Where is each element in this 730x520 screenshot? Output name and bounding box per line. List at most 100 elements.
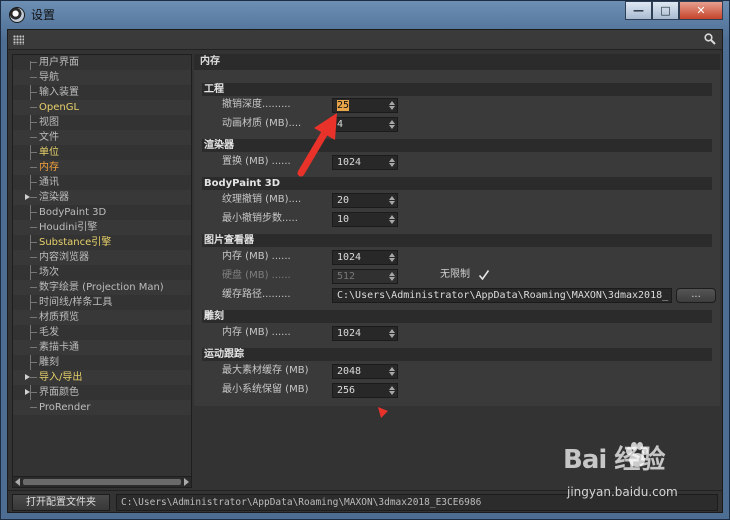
undo-depth-label: 撤销深度......... [222,99,291,110]
spinner-arrows-icon[interactable] [389,158,395,167]
pv-memory-field[interactable]: 1024 [332,250,398,265]
horizontal-scrollbar[interactable] [13,476,191,487]
sidebar-item[interactable]: 单位 [13,145,191,160]
sculpt-memory-field[interactable]: 1024 [332,326,398,341]
sidebar-item-label: Houdini引擎 [39,222,98,233]
expand-arrow-icon[interactable] [25,194,30,200]
sidebar-item[interactable]: 文件 [13,130,191,145]
texture-undo-field[interactable]: 20 [332,193,398,208]
sidebar-item[interactable]: 界面颜色 [13,385,191,400]
grip-icon[interactable] [13,35,24,45]
sidebar-item[interactable]: 时间线/样条工具 [13,295,191,310]
unlimited-checkbox-checkmark-icon[interactable] [478,269,490,281]
undo-depth-field[interactable]: 25 [332,98,398,113]
minimize-button[interactable]: — [625,1,652,20]
cache-path-field[interactable]: C:\Users\Administrator\AppData\Roaming\M… [332,288,672,303]
sidebar-item[interactable]: 数字绘景 (Projection Man) [13,280,191,295]
min-reserve-label: 最小系统保留 (MB) [222,384,309,395]
scrollbar-thumb[interactable] [23,479,181,485]
open-config-folder-button[interactable]: 打开配置文件夹 [12,494,110,511]
expand-arrow-icon[interactable] [25,374,30,380]
sculpt-memory-value: 1024 [337,328,362,339]
section-picture-viewer-header: 图片查看器 [202,234,712,247]
settings-category-tree[interactable]: 用户界面导航输入装置 OpenGL 视图文件单位内存 通讯 渲染器 BodyPaint 3… [12,54,192,488]
sidebar-item[interactable]: OpenGL [13,100,191,115]
tree-item-list: 用户界面导航输入装置 OpenGL 视图文件单位内存 通讯 渲染器 BodyPaint 3… [13,55,191,415]
sidebar-item-label: 素描卡通 [39,342,79,353]
sidebar-item[interactable]: 内容浏览器 [13,250,191,265]
sidebar-item-label: 输入装置 [39,87,79,98]
anim-material-field[interactable]: 4 [332,117,398,132]
min-reserve-field[interactable]: 256 [332,383,398,398]
sidebar-item[interactable]: 导入/导出 [13,370,191,385]
sidebar-item[interactable]: 用户界面 [13,55,191,70]
cinema4d-app-icon [9,6,25,23]
sidebar-item-label: 数字绘景 (Projection Man) [39,282,164,293]
sidebar-item[interactable]: 材质预览 [13,310,191,325]
sidebar-item[interactable]: ProRender [13,400,191,415]
sidebar-item-label: BodyPaint 3D [39,207,107,218]
replace-value: 1024 [337,157,362,168]
spinner-arrows-icon[interactable] [389,101,395,110]
sidebar-item[interactable]: 渲染器 [13,190,191,205]
sidebar-item-label: 导入/导出 [39,372,83,383]
cache-path-value: C:\Users\Administrator\AppData\Roaming\M… [337,290,669,301]
baidu-paw-logo-icon [626,442,648,467]
scroll-right-icon[interactable] [184,478,189,486]
pv-disk-field: 512 [332,269,398,284]
min-undo-field[interactable]: 10 [332,212,398,227]
spinner-arrows-icon[interactable] [389,329,395,338]
spinner-arrows-icon[interactable] [389,253,395,262]
watermark-url: jingyan.baidu.com [567,485,678,499]
spinner-arrows-icon[interactable] [389,367,395,376]
sidebar-item-label: 用户界面 [39,57,79,68]
toolbar [8,30,722,50]
sidebar-item-label: 场次 [39,267,59,278]
title-bar[interactable]: 设置 — □ ✕ [1,1,729,28]
sidebar-item[interactable]: 毛发 [13,325,191,340]
memory-settings-panel: 内存 工程 撤销深度......... 25 动画材质 (MB).... 4 渲… [194,54,720,406]
expand-arrow-icon[interactable] [25,389,30,395]
sidebar-item[interactable]: 通讯 [13,175,191,190]
texture-undo-label: 纹理撤销 (MB).... [222,194,302,205]
sidebar-item[interactable]: 雕刻 [13,355,191,370]
pv-disk-value: 512 [337,271,356,282]
sidebar-item[interactable]: 素描卡通 [13,340,191,355]
sidebar-item[interactable]: 场次 [13,265,191,280]
min-undo-value: 10 [337,214,350,225]
sidebar-item-label: 时间线/样条工具 [39,297,113,308]
sidebar-item[interactable]: 导航 [13,70,191,85]
sculpt-memory-label: 内存 (MB) ...... [222,327,291,338]
max-cache-label: 最大素材缓存 (MB) [222,365,309,376]
min-undo-label: 最小撤销步数..... [222,213,298,224]
sidebar-item[interactable]: 输入装置 [13,85,191,100]
scroll-left-icon[interactable] [15,478,20,486]
sidebar-item[interactable]: Substance引擎 [13,235,191,250]
undo-depth-value: 25 [337,100,350,111]
sidebar-item-label: 界面颜色 [39,387,79,398]
spinner-arrows-icon[interactable] [389,120,395,129]
search-icon[interactable] [704,33,716,45]
replace-field[interactable]: 1024 [332,155,398,170]
sidebar-item-label: 雕刻 [39,357,59,368]
sidebar-item[interactable]: 视图 [13,115,191,130]
max-cache-field[interactable]: 2048 [332,364,398,379]
section-sculpt-header: 雕刻 [202,310,712,323]
close-button[interactable]: ✕ [679,1,723,20]
sidebar-item-label: 单位 [39,147,59,158]
cache-path-label: 缓存路径......... [222,289,291,300]
spinner-arrows-icon[interactable] [389,215,395,224]
sidebar-item[interactable]: Houdini引擎 [13,220,191,235]
min-reserve-value: 256 [337,385,356,396]
sidebar-item[interactable]: BodyPaint 3D [13,205,191,220]
sidebar-item[interactable]: 内存 [13,160,191,175]
pv-memory-value: 1024 [337,252,362,263]
section-project-header: 工程 [202,83,712,96]
spinner-arrows-icon[interactable] [389,386,395,395]
settings-window: 设置 — □ ✕ 用户界面导航输入装置 OpenGL 视图文件单位内存 通讯 渲染器 Bo… [0,0,730,520]
browse-cache-path-button[interactable]: ... [676,288,716,303]
maximize-button[interactable]: □ [652,1,679,20]
sidebar-item-label: 文件 [39,132,59,143]
spinner-arrows-icon[interactable] [389,196,395,205]
texture-undo-value: 20 [337,195,350,206]
